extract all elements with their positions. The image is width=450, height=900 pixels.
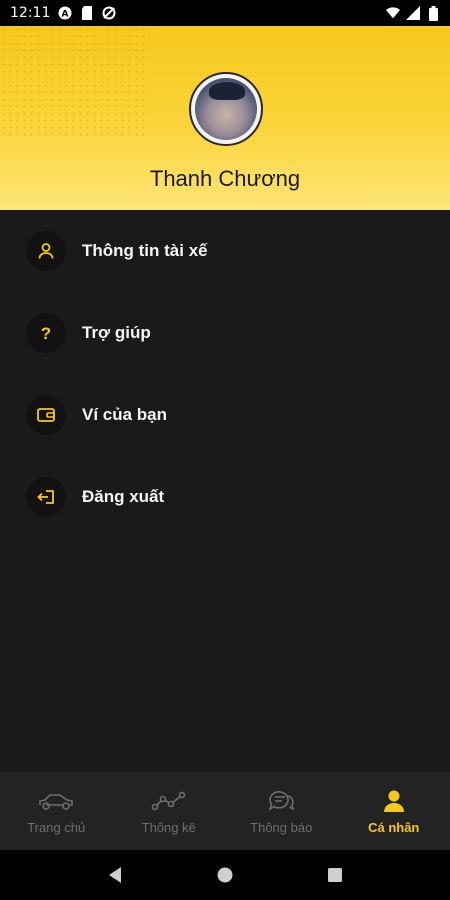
menu-item-label: Ví của bạn	[82, 405, 168, 424]
logout-icon	[26, 477, 66, 517]
bottom-nav: Trang chủ Thống kê Thông báo Cá nhân	[0, 772, 450, 850]
nav-item-home[interactable]: Trang chủ	[0, 772, 113, 850]
recents-icon[interactable]	[320, 860, 350, 890]
status-time: 12:11	[10, 5, 51, 21]
wifi-icon	[386, 6, 400, 20]
system-nav-bar	[0, 850, 450, 900]
sync-off-icon	[102, 6, 116, 20]
wallet-icon	[26, 395, 66, 435]
menu-item-help[interactable]: ? Trợ giúp	[0, 292, 450, 374]
svg-text:?: ?	[41, 324, 51, 342]
nav-label: Thông báo	[250, 819, 313, 835]
home-icon[interactable]	[210, 860, 240, 890]
battery-icon	[426, 5, 440, 21]
nav-item-profile[interactable]: Cá nhân	[338, 772, 450, 850]
menu-item-wallet[interactable]: Ví của bạn	[0, 374, 450, 456]
profile-name: Thanh Chương	[149, 166, 301, 191]
back-icon[interactable]	[100, 860, 130, 890]
menu-item-label: Thông tin tài xế	[82, 241, 208, 260]
person-icon	[383, 788, 405, 814]
sd-card-icon	[80, 6, 94, 20]
nav-label: Thống kê	[141, 819, 196, 835]
profile-header: Thanh Chương	[0, 26, 450, 210]
header-pattern	[0, 26, 150, 136]
chat-icon	[267, 788, 295, 814]
signal-icon	[406, 6, 420, 20]
nav-item-stats[interactable]: Thống kê	[113, 772, 226, 850]
menu-item-label: Trợ giúp	[82, 323, 151, 342]
menu-item-driver-info[interactable]: Thông tin tài xế	[0, 210, 450, 292]
avatar[interactable]	[189, 72, 263, 146]
car-icon	[37, 788, 75, 814]
menu-item-label: Đăng xuất	[82, 487, 165, 506]
chart-icon	[151, 788, 187, 814]
nav-item-notifications[interactable]: Thông báo	[225, 772, 338, 850]
svg-text:A: A	[62, 10, 69, 20]
person-icon	[26, 231, 66, 271]
avatar-photo	[195, 78, 257, 140]
nav-label: Cá nhân	[368, 819, 420, 835]
question-icon: ?	[26, 313, 66, 353]
status-bar: 12:11 A	[0, 0, 450, 26]
menu-item-logout[interactable]: Đăng xuất	[0, 456, 450, 538]
a-icon: A	[58, 6, 72, 20]
nav-label: Trang chủ	[27, 819, 86, 835]
profile-menu: Thông tin tài xế ? Trợ giúp Ví của bạn Đ…	[0, 210, 450, 538]
